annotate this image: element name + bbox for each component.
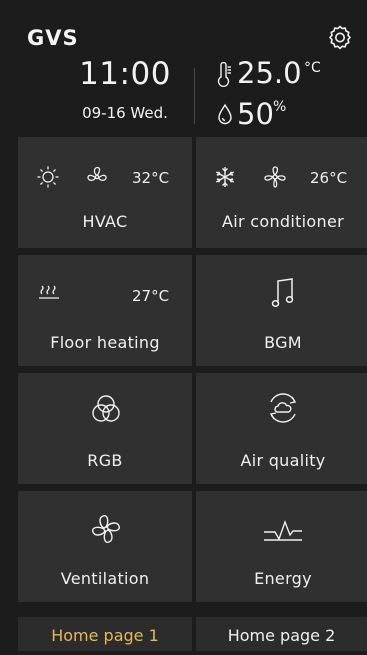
tile-label: Ventilation [60,569,150,588]
tile-hvac[interactable]: 32°C HVAC [18,137,192,248]
energy-pulse-icon [263,519,303,543]
rgb-circles-icon [90,393,122,425]
music-note-icon [270,277,296,309]
tile-energy[interactable]: Energy [196,491,367,602]
status-header: GVS 11:00 09-16 Wed. 25.0 °C 50 % [0,0,367,133]
tile-label: BGM [264,333,302,352]
temperature-unit: °C [304,60,321,76]
thermometer-icon [215,62,235,88]
clock-time: 11:00 [79,56,171,92]
fan-icon [263,165,287,189]
heat-waves-icon [38,283,60,303]
tile-label: Floor heating [50,333,160,352]
humidity-unit: % [273,99,287,115]
tile-label: HVAC [82,212,128,231]
tile-label: Air quality [240,451,326,470]
ac-temperature: 26°C [310,169,348,187]
brand-logo: GVS [27,26,79,50]
ventilation-fan-icon [90,513,122,545]
tile-label: Air conditioner [222,212,344,231]
water-drop-icon [215,101,235,127]
tile-label: RGB [87,451,123,470]
room-humidity: 50 [237,97,274,131]
tile-rgb[interactable]: RGB [18,373,192,484]
settings-gear-icon[interactable] [327,24,353,50]
tile-air-quality[interactable]: Air quality [196,373,367,484]
air-quality-icon [266,392,300,424]
tab-home-page-2[interactable]: Home page 2 [196,617,367,651]
sun-icon [36,165,60,189]
fan-icon [85,165,109,189]
tile-ventilation[interactable]: Ventilation [18,491,192,602]
header-divider [194,68,195,124]
tile-bgm[interactable]: BGM [196,255,367,366]
tile-floor-heating[interactable]: 27°C Floor heating [18,255,192,366]
floor-temperature: 27°C [132,287,170,305]
tile-label: Energy [254,569,312,588]
tab-home-page-1[interactable]: Home page 1 [18,617,192,651]
room-temperature: 25.0 [237,56,302,90]
snowflake-icon [213,165,237,189]
hvac-temperature: 32°C [132,169,170,187]
clock-date: 09-16 Wed. [82,104,168,122]
tile-air-conditioner[interactable]: 26°C Air conditioner [196,137,367,248]
